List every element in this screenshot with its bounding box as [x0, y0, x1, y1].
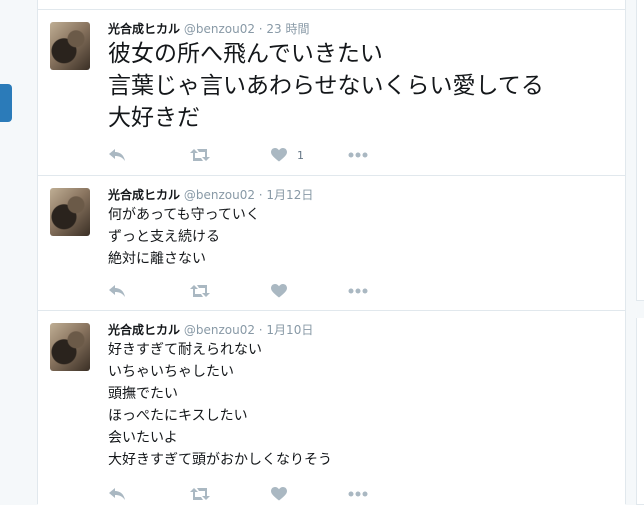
tweet-timestamp[interactable]: 23 時間	[266, 22, 309, 36]
tweet-text-line: 絶対に離さない	[108, 251, 206, 267]
retweet-icon	[190, 148, 210, 162]
tweet-timestamp[interactable]: 1月10日	[266, 323, 313, 337]
more-button[interactable]	[348, 282, 368, 300]
left-side-tab[interactable]	[0, 84, 12, 122]
reply-icon	[108, 148, 126, 162]
tweet-text-line: 何があっても守っていく	[108, 207, 260, 223]
tweet-actions	[108, 282, 428, 300]
reply-button[interactable]	[108, 146, 126, 164]
like-button[interactable]: 1	[271, 146, 304, 164]
retweet-button[interactable]	[190, 146, 210, 164]
tweet[interactable]: 光合成ヒカル @benzou02 · 23 時間 彼女の所へ飛んでいきたい 言葉…	[38, 9, 625, 176]
user-name[interactable]: 光合成ヒカル	[108, 323, 180, 337]
tweet-text-line: いちゃいちゃしたい	[108, 364, 234, 380]
avatar[interactable]	[50, 188, 90, 236]
separator: ·	[254, 188, 267, 202]
tweet-text-line: ずっと支え続ける	[108, 229, 220, 245]
more-icon	[348, 152, 368, 158]
tweet-text-line: 好きすぎて耐えられない	[108, 342, 262, 358]
tweet-text-line: 頭撫でたい	[108, 386, 178, 402]
reply-button[interactable]	[108, 485, 126, 503]
like-button[interactable]	[271, 485, 297, 503]
tweet-text: 彼女の所へ飛んでいきたい 言葉じゃ言いあわらせないくらい愛してる 大好きだ	[108, 38, 618, 134]
more-icon	[348, 491, 368, 497]
retweet-button[interactable]	[190, 485, 210, 503]
tweet-text-line: ほっぺたにキスしたい	[108, 408, 248, 424]
user-name[interactable]: 光合成ヒカル	[108, 188, 180, 202]
more-icon	[348, 288, 368, 294]
tweet[interactable]: 光合成ヒカル @benzou02 · 1月12日 何があっても守っていく ずっと…	[38, 175, 625, 311]
heart-icon	[271, 148, 287, 162]
more-button[interactable]	[348, 146, 368, 164]
avatar[interactable]	[50, 22, 90, 70]
tweet-text: 好きすぎて耐えられない いちゃいちゃしたい 頭撫でたい ほっぺたにキスしたい 会…	[108, 339, 618, 471]
avatar[interactable]	[50, 323, 90, 371]
timeline: 光合成ヒカル @benzou02 · 23 時間 彼女の所へ飛んでいきたい 言葉…	[37, 0, 626, 505]
tweet-timestamp[interactable]: 1月12日	[266, 188, 313, 202]
tweet-text-line: 言葉じゃ言いあわらせないくらい愛してる	[108, 73, 544, 99]
right-card-edge	[636, 318, 644, 505]
user-handle[interactable]: @benzou02	[184, 22, 255, 36]
tweet-actions	[108, 485, 428, 503]
separator: ·	[254, 22, 267, 36]
right-card-edge	[636, 0, 644, 301]
separator: ·	[254, 323, 267, 337]
retweet-button[interactable]	[190, 282, 210, 300]
like-count: 1	[297, 148, 304, 162]
user-handle[interactable]: @benzou02	[184, 323, 255, 337]
tweet-header: 光合成ヒカル @benzou02 · 1月12日	[108, 188, 313, 202]
reply-button[interactable]	[108, 282, 126, 300]
user-name[interactable]: 光合成ヒカル	[108, 22, 180, 36]
heart-icon	[271, 487, 287, 501]
retweet-icon	[190, 284, 210, 298]
user-handle[interactable]: @benzou02	[184, 188, 255, 202]
tweet-text-line: 会いたいよ	[108, 430, 178, 446]
tweet[interactable]: 光合成ヒカル @benzou02 · 1月10日 好きすぎて耐えられない いちゃ…	[38, 310, 625, 505]
more-button[interactable]	[348, 485, 368, 503]
tweet-text-line: 大好きすぎて頭がおかしくなりそう	[108, 452, 332, 468]
tweet-header: 光合成ヒカル @benzou02 · 1月10日	[108, 323, 313, 337]
tweet-header: 光合成ヒカル @benzou02 · 23 時間	[108, 22, 310, 36]
reply-icon	[108, 284, 126, 298]
tweet-text-line: 大好きだ	[108, 105, 200, 131]
retweet-icon	[190, 487, 210, 501]
like-button[interactable]	[271, 282, 297, 300]
tweet-text: 何があっても守っていく ずっと支え続ける 絶対に離さない	[108, 204, 618, 270]
tweet-actions: 1	[108, 146, 428, 164]
heart-icon	[271, 284, 287, 298]
right-column-edge	[636, 0, 644, 505]
reply-icon	[108, 487, 126, 501]
tweet-text-line: 彼女の所へ飛んでいきたい	[108, 41, 383, 67]
